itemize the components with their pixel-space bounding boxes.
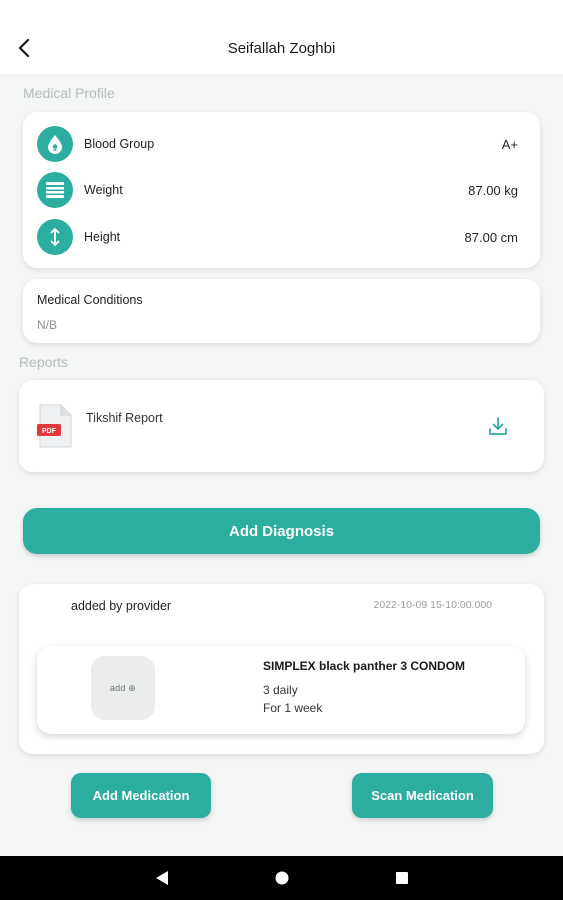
page-title: Seifallah Zoghbi	[227, 40, 336, 57]
blood-group-row: Blood Group A+	[37, 126, 518, 162]
reports-heading: Reports	[19, 354, 69, 370]
system-navigation-bar	[0, 856, 563, 900]
vitals-card: Blood Group A+ Weight 87.00 kg Height 87…	[23, 112, 540, 268]
add-diagnosis-button[interactable]: Add Diagnosis	[23, 508, 540, 554]
medication-name: SIMPLEX black panther 3 CONDOM	[263, 659, 466, 673]
medication-thumbnail: add ⊕	[91, 656, 155, 720]
pdf-badge-text: PDF	[42, 428, 57, 435]
height-arrows-icon	[37, 219, 73, 255]
diagnosis-added-by: added by provider	[71, 599, 172, 613]
circle-home-icon	[275, 871, 289, 885]
nav-home-button[interactable]	[272, 868, 292, 888]
download-icon	[489, 417, 507, 435]
medical-profile-heading: Medical Profile	[23, 85, 115, 101]
height-value: 87.00 cm	[464, 229, 518, 245]
diagnosis-card: added by provider 2022-10-09 15-10:00.00…	[19, 584, 544, 754]
medication-duration: For 1 week	[263, 701, 323, 715]
pdf-file-icon: PDF	[37, 404, 72, 448]
medication-thumbnail-text: add ⊕	[109, 682, 137, 693]
weight-value: 87.00 kg	[468, 182, 518, 198]
blood-group-value: A+	[501, 136, 518, 152]
diagnosis-date: 2022-10-09 15-10:00.000	[373, 599, 492, 611]
nav-back-button[interactable]	[152, 868, 172, 888]
triangle-back-icon	[156, 871, 168, 885]
add-medication-button[interactable]: Add Medication	[71, 773, 211, 818]
height-label: Height	[84, 230, 121, 244]
report-card[interactable]: PDF Tikshif Report	[19, 380, 544, 472]
medical-conditions-card: Medical Conditions N/B	[23, 279, 540, 343]
weight-label: Weight	[84, 183, 123, 197]
app-bar: Seifallah Zoghbi	[0, 0, 563, 75]
scan-medication-button[interactable]: Scan Medication	[352, 773, 493, 818]
report-name: Tikshif Report	[86, 411, 163, 425]
blood-drop-icon	[37, 126, 73, 162]
nav-recents-button[interactable]	[392, 868, 412, 888]
weight-row: Weight 87.00 kg	[37, 172, 518, 208]
weight-scale-icon	[37, 172, 73, 208]
medical-conditions-value: N/B	[37, 318, 58, 332]
medication-dose: 3 daily	[263, 683, 298, 697]
medication-card[interactable]: add ⊕ SIMPLEX black panther 3 CONDOM 3 d…	[37, 646, 525, 734]
height-row: Height 87.00 cm	[37, 219, 518, 255]
medical-conditions-title: Medical Conditions	[37, 293, 143, 307]
square-recents-icon	[396, 872, 408, 884]
blood-group-label: Blood Group	[84, 137, 155, 151]
download-button[interactable]	[486, 414, 510, 438]
